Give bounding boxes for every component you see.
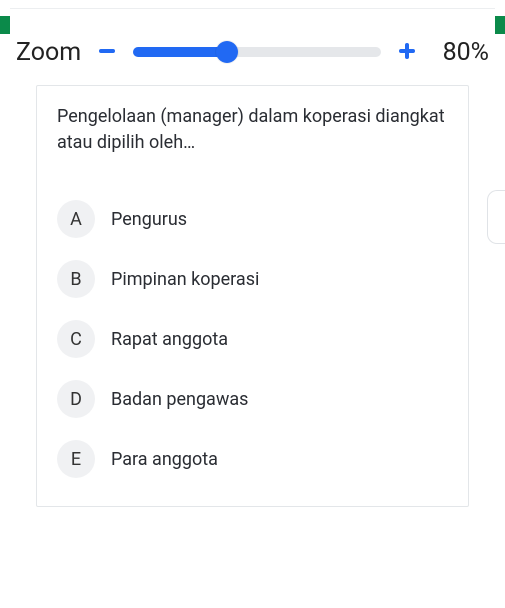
- option-letter: A: [57, 200, 95, 238]
- option-c[interactable]: C Rapat anggota: [57, 320, 448, 358]
- zoom-toolbar: Zoom 80%: [10, 37, 495, 77]
- option-b[interactable]: B Pimpinan koperasi: [57, 260, 448, 298]
- slider-thumb[interactable]: [216, 41, 238, 63]
- minus-icon: [97, 41, 117, 61]
- option-label: Pimpinan koperasi: [111, 269, 259, 290]
- zoom-label: Zoom: [16, 38, 81, 67]
- question-text: Pengelolaan (manager) dalam koperasi dia…: [57, 104, 448, 156]
- option-letter: B: [57, 260, 95, 298]
- question-card: Pengelolaan (manager) dalam koperasi dia…: [36, 85, 469, 507]
- option-e[interactable]: E Para anggota: [57, 440, 448, 478]
- option-letter: C: [57, 320, 95, 358]
- zoom-in-button[interactable]: [393, 37, 421, 67]
- option-label: Pengurus: [111, 209, 187, 230]
- option-label: Rapat anggota: [111, 329, 228, 350]
- option-letter: D: [57, 380, 95, 418]
- zoom-slider[interactable]: [133, 40, 381, 64]
- option-letter: E: [57, 440, 95, 478]
- zoom-percent: 80%: [433, 38, 489, 67]
- option-a[interactable]: A Pengurus: [57, 200, 448, 238]
- option-label: Badan pengawas: [111, 389, 248, 410]
- options-list: A Pengurus B Pimpinan koperasi C Rapat a…: [57, 200, 448, 478]
- slider-fill: [133, 47, 227, 57]
- plus-icon: [397, 41, 417, 61]
- main-content: Zoom 80% Pengelolaan (manager) dalam kop…: [10, 8, 495, 507]
- zoom-out-button[interactable]: [93, 37, 121, 67]
- option-d[interactable]: D Badan pengawas: [57, 380, 448, 418]
- side-tab-handle[interactable]: [487, 190, 505, 244]
- option-label: Para anggota: [111, 449, 218, 470]
